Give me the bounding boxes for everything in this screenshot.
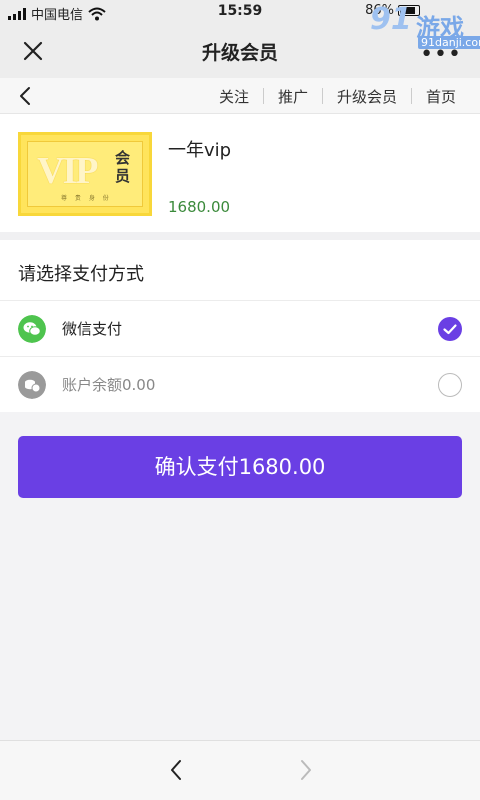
checkmark-icon xyxy=(443,324,457,335)
radio-unchecked-icon[interactable] xyxy=(438,373,462,397)
product-card: VIP 会员 尊 贵 身 份 一年vip 1680.00 xyxy=(0,114,480,232)
nav-link-promote[interactable]: 推广 xyxy=(264,86,322,107)
back-arrow-icon[interactable] xyxy=(14,84,38,108)
balance-coin-icon xyxy=(18,371,46,399)
watermark-number: 91 xyxy=(370,2,412,37)
payment-option-label: 微信支付 xyxy=(62,320,123,338)
payment-option-wechat[interactable]: 微信支付 xyxy=(0,300,480,356)
watermark-url: 91danji.com xyxy=(418,36,480,49)
product-name: 一年vip xyxy=(168,140,232,161)
nav-link-follow[interactable]: 关注 xyxy=(205,86,263,107)
nav-link-upgrade-member[interactable]: 升级会员 xyxy=(323,86,411,107)
payment-option-balance[interactable]: 账户余额0.00 xyxy=(0,356,480,412)
bottom-browser-bar xyxy=(0,740,480,800)
payment-option-label: 账户余额0.00 xyxy=(62,376,156,394)
nav-link-home[interactable]: 首页 xyxy=(412,86,470,107)
vip-image-subtext: 尊 贵 身 份 xyxy=(61,195,112,202)
nav-bar: 关注 推广 升级会员 首页 xyxy=(0,78,480,114)
vip-image-member-text: 会员 xyxy=(115,149,131,185)
product-price: 1680.00 xyxy=(168,198,231,216)
nav-links: 关注 推广 升级会员 首页 xyxy=(205,78,470,114)
vip-image-text: VIP xyxy=(37,150,98,192)
vip-product-image: VIP 会员 尊 贵 身 份 xyxy=(18,132,152,216)
radio-checked-icon[interactable] xyxy=(438,317,462,341)
confirm-payment-button[interactable]: 确认支付1680.00 xyxy=(18,436,462,498)
forward-arrow-icon[interactable] xyxy=(292,757,318,783)
site-watermark-logo: 91 游戏 91danji.com xyxy=(340,0,480,54)
wechat-pay-icon xyxy=(18,315,46,343)
back-arrow-icon[interactable] xyxy=(164,757,190,783)
section-divider xyxy=(0,232,480,240)
payment-method-section: 请选择支付方式 微信支付 账户余额0.00 xyxy=(0,240,480,412)
payment-method-heading: 请选择支付方式 xyxy=(18,264,144,285)
